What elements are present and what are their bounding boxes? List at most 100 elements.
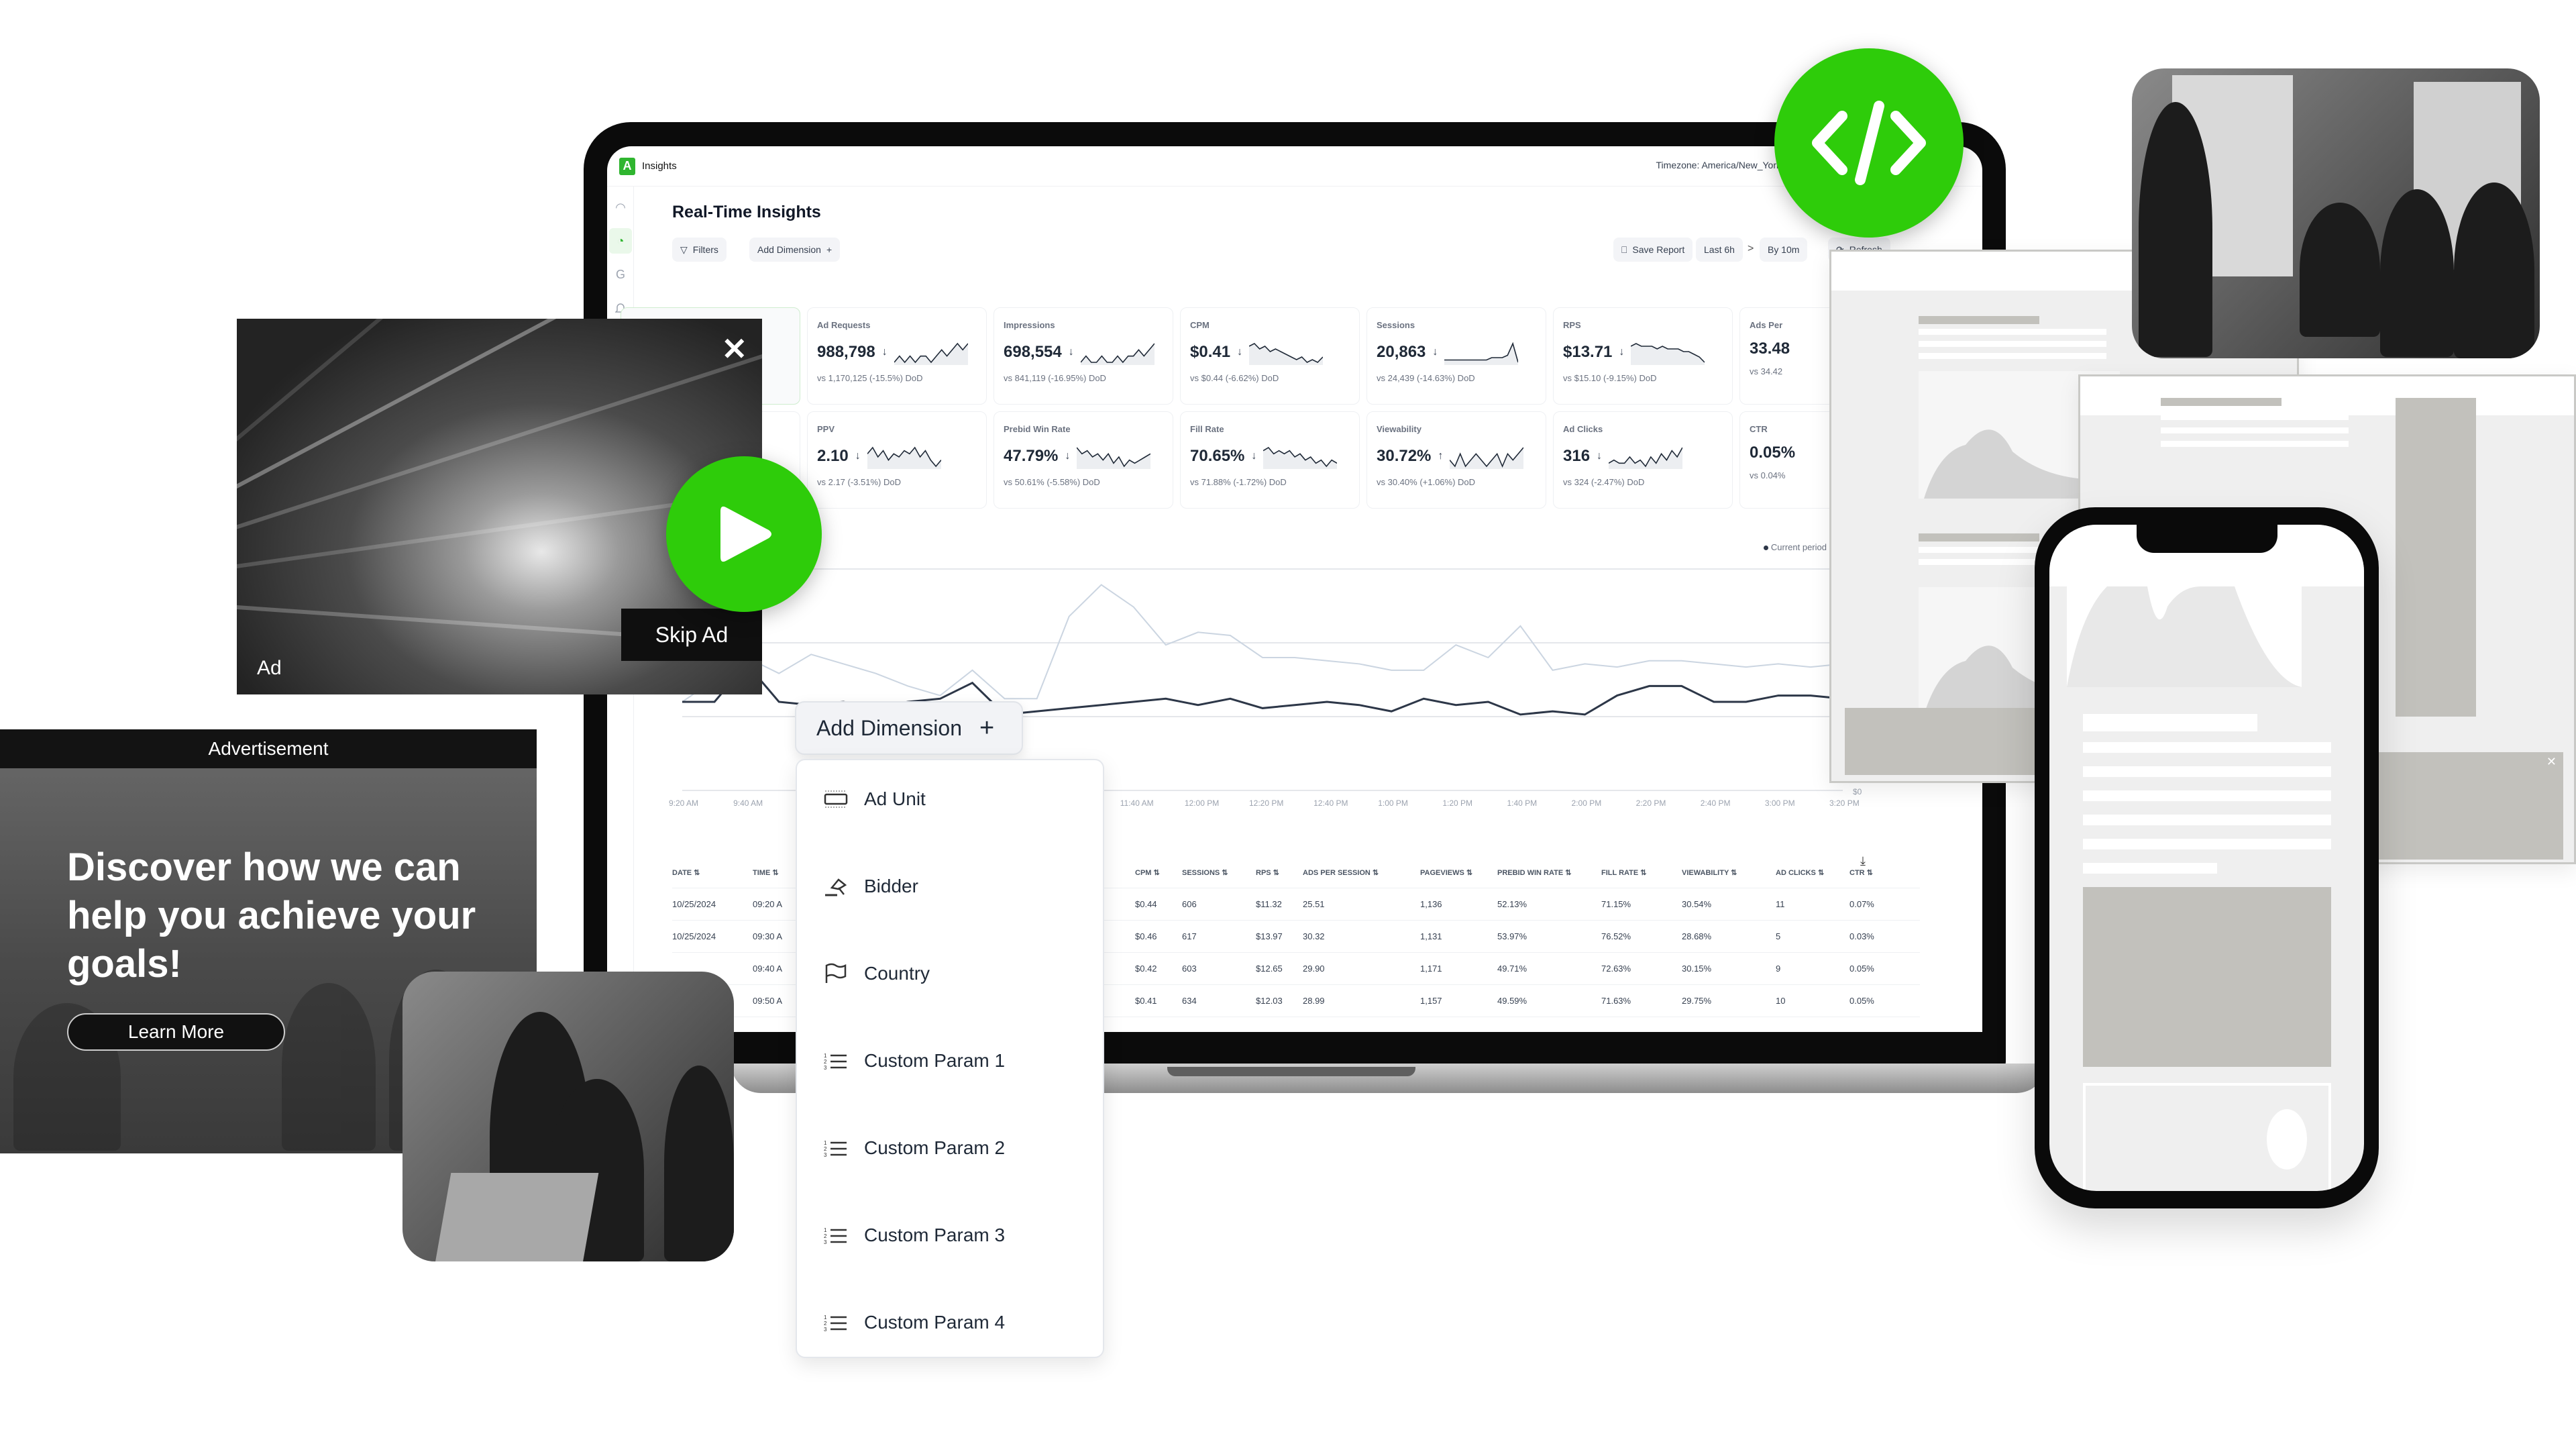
kpi-card[interactable]: CPM $0.41 ↓ vs $0.44 (-6.62%) DoD xyxy=(1180,307,1360,405)
skip-ad-button[interactable]: Skip Ad xyxy=(621,609,762,661)
menu-item-custom-param-4[interactable]: 1 2 3 Custom Param 4 xyxy=(822,1312,1005,1333)
x-tick-label: 2:00 PM xyxy=(1571,798,1602,808)
svg-text:3: 3 xyxy=(824,1152,827,1157)
column-header[interactable]: FILL RATE ⇅ xyxy=(1601,868,1646,877)
save-report-button[interactable]: ⎕ Save Report xyxy=(1613,238,1693,262)
laptop-notch xyxy=(1167,1067,1415,1076)
kpi-card[interactable]: Ad Requests 988,798 ↓ vs 1,170,125 (-15.5%)… xyxy=(807,307,987,405)
kpi-card[interactable]: Viewability 30.72% ↑ vs 30.40% (+1.06%) DoD xyxy=(1366,411,1546,509)
table-cell: 10/25/2024 xyxy=(672,931,716,941)
image-placeholder xyxy=(2067,586,2302,687)
pie-chart-icon[interactable]: ◔ xyxy=(609,228,632,254)
range-label: Last 6h xyxy=(1704,244,1735,255)
kpi-card[interactable]: Prebid Win Rate 47.79% ↓ vs 50.61% (-5.58%)… xyxy=(994,411,1173,509)
app-name: Insights xyxy=(642,160,677,172)
sparkline xyxy=(1249,343,1324,365)
kpi-value: 698,554 xyxy=(1004,343,1062,361)
column-header[interactable]: CPM ⇅ xyxy=(1135,868,1160,877)
kpi-label: Ad Requests xyxy=(817,320,871,330)
table-cell: 49.59% xyxy=(1497,996,1527,1006)
kpi-card[interactable]: Sessions 20,863 ↓ vs 24,439 (-14.63%) DoD xyxy=(1366,307,1546,405)
svg-text:1: 1 xyxy=(824,1053,827,1059)
table-cell: 1,136 xyxy=(1420,899,1442,909)
menu-item-custom-param-2[interactable]: 1 2 3 Custom Param 2 xyxy=(822,1137,1005,1159)
column-header[interactable]: DATE ⇅ xyxy=(672,868,700,877)
gavel-icon xyxy=(822,876,849,897)
kpi-comparison: vs 841,119 (-16.95%) DoD xyxy=(1004,373,1106,383)
column-header[interactable]: RPS ⇅ xyxy=(1256,868,1279,877)
menu-item-bidder[interactable]: Bidder xyxy=(822,876,918,897)
svg-text:3: 3 xyxy=(824,1239,827,1245)
column-header[interactable]: TIME ⇅ xyxy=(753,868,779,877)
table-cell: 9 xyxy=(1776,964,1781,974)
learn-more-button[interactable]: Learn More xyxy=(67,1013,285,1051)
table-cell: $12.03 xyxy=(1256,996,1283,1006)
numbered-list-icon: 123 xyxy=(822,1313,849,1332)
sparkline xyxy=(1450,447,1524,469)
table-cell: 10 xyxy=(1776,996,1786,1006)
table-cell: 28.68% xyxy=(1682,931,1712,941)
y-axis-right-label: $0 xyxy=(1853,787,1862,796)
kpi-card[interactable]: Ad Clicks 316 ↓ vs 324 (-2.47%) DoD xyxy=(1553,411,1733,509)
column-header[interactable]: CTR ⇅ xyxy=(1849,868,1873,877)
table-cell: 617 xyxy=(1182,931,1197,941)
table-cell: $11.32 xyxy=(1256,899,1282,909)
team-photo-bottom xyxy=(402,972,734,1261)
kpi-card[interactable]: Fill Rate 70.65% ↓ vs 71.88% (-1.72%) DoD xyxy=(1180,411,1360,509)
kpi-label: CPM xyxy=(1190,320,1210,330)
save-report-label: Save Report xyxy=(1632,244,1685,255)
table-cell: 53.97% xyxy=(1497,931,1527,941)
menu-item-label: Custom Param 3 xyxy=(864,1225,1006,1245)
chevron-right-icon: > xyxy=(1748,243,1754,254)
svg-text:2: 2 xyxy=(824,1146,827,1152)
menu-item-custom-param-1[interactable]: 1 2 3 Custom Param 1 xyxy=(822,1050,1005,1072)
phone-ad-placeholder xyxy=(2083,887,2331,1067)
add-dimension-button[interactable]: Add Dimension + xyxy=(795,701,1023,755)
x-tick-label: 9:20 AM xyxy=(669,798,699,808)
close-icon[interactable]: ✕ xyxy=(2546,755,2557,769)
menu-item-label: Country xyxy=(864,963,930,984)
menu-item-ad-unit[interactable]: Ad Unit xyxy=(822,788,926,810)
app-logo[interactable]: A xyxy=(619,157,635,175)
filters-button[interactable]: ▽ Filters xyxy=(672,238,727,262)
column-header[interactable]: ADS PER SESSION ⇅ xyxy=(1303,868,1379,877)
svg-text:3: 3 xyxy=(824,1327,827,1332)
filter-icon: ▽ xyxy=(680,244,688,255)
kpi-value: 47.79% xyxy=(1004,447,1059,465)
range-select[interactable]: Last 6h xyxy=(1696,238,1743,262)
kpi-value: 30.72% xyxy=(1377,447,1432,465)
table-cell: 72.63% xyxy=(1601,964,1631,974)
kpi-card[interactable]: RPS $13.71 ↓ vs $15.10 (-9.15%) DoD xyxy=(1553,307,1733,405)
column-header[interactable]: PREBID WIN RATE ⇅ xyxy=(1497,868,1571,877)
kpi-value: $0.41 xyxy=(1190,343,1231,361)
google-icon[interactable]: G xyxy=(609,262,632,287)
svg-text:2: 2 xyxy=(824,1233,827,1239)
table-cell: 49.71% xyxy=(1497,964,1527,974)
column-header[interactable]: VIEWABILITY ⇅ xyxy=(1682,868,1737,877)
menu-item-label: Ad Unit xyxy=(864,788,926,809)
x-tick-label: 12:00 PM xyxy=(1184,798,1220,808)
play-button[interactable] xyxy=(666,456,822,612)
add-dimension-toolbar-button[interactable]: Add Dimension + xyxy=(749,238,841,262)
page-title: Real-Time Insights xyxy=(672,203,821,221)
menu-item-custom-param-3[interactable]: 1 2 3 Custom Param 3 xyxy=(822,1225,1005,1246)
menu-item-label: Custom Param 4 xyxy=(864,1312,1006,1333)
sparkline xyxy=(1077,447,1151,469)
table-cell: 76.52% xyxy=(1601,931,1631,941)
menu-item-label: Custom Param 1 xyxy=(864,1050,1006,1071)
menu-item-country[interactable]: Country xyxy=(822,963,930,984)
kpi-comparison: vs 71.88% (-1.72%) DoD xyxy=(1190,477,1287,487)
kpi-card[interactable]: Impressions 698,554 ↓ vs 841,119 (-16.95%) … xyxy=(994,307,1173,405)
kpi-comparison: vs $15.10 (-9.15%) DoD xyxy=(1563,373,1657,383)
close-icon[interactable]: ✕ xyxy=(721,333,747,364)
column-header[interactable]: AD CLICKS ⇅ xyxy=(1776,868,1824,877)
gauge-icon[interactable]: ◠ xyxy=(609,195,632,220)
numbered-list-icon: 123 xyxy=(822,1226,849,1245)
granularity-select[interactable]: By 10m xyxy=(1760,238,1808,262)
column-header[interactable]: PAGEVIEWS ⇅ xyxy=(1420,868,1472,877)
table-cell: 09:50 A xyxy=(753,996,783,1006)
video-ad-label: Ad xyxy=(257,657,282,679)
kpi-card[interactable]: PPV 2.10 ↓ vs 2.17 (-3.51%) DoD xyxy=(807,411,987,509)
column-header[interactable]: SESSIONS ⇅ xyxy=(1182,868,1228,877)
add-dimension-label: Add Dimension xyxy=(757,244,821,255)
